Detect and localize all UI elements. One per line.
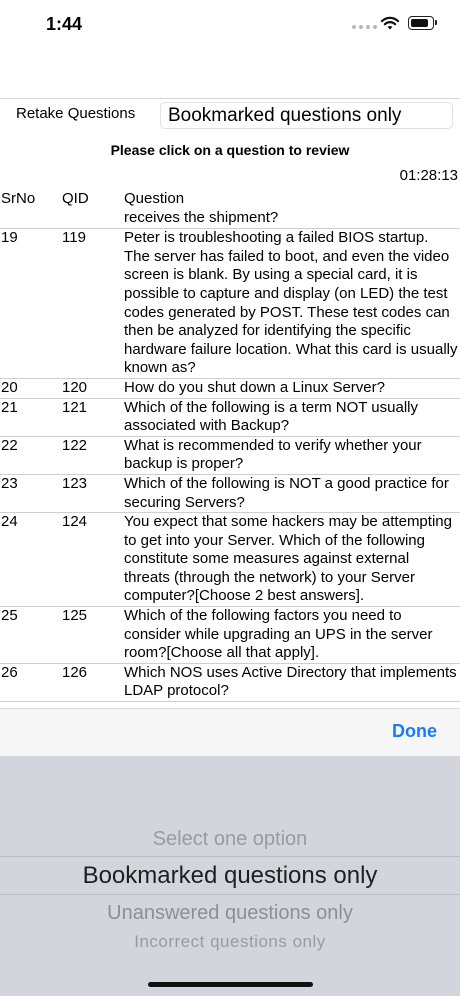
table-row[interactable]: 19 119 Peter is troubleshooting a failed B… [0, 229, 460, 379]
table-row[interactable]: 24 124 You expect that some hackers may be… [0, 513, 460, 608]
table-row[interactable]: 22 122 What is recommended to verify wheth… [0, 437, 460, 475]
table-row-partial[interactable]: receives the shipment? [0, 209, 460, 230]
qid-cell: 122 [62, 436, 88, 454]
srno-cell: 25 [1, 607, 18, 625]
srno-cell: 19 [1, 229, 18, 247]
question-cell: You expect that some hackers may be atte… [124, 513, 452, 605]
column-header-srno: SrNo [1, 190, 36, 207]
filter-select-field[interactable]: Bookmarked questions only [160, 102, 453, 129]
picker-selection-line [0, 894, 460, 895]
picker-toolbar: Done [0, 708, 460, 757]
column-header-question: Question [124, 190, 185, 207]
qid-cell: 123 [62, 474, 88, 492]
retake-questions-label: Retake Questions [16, 105, 136, 122]
table-row[interactable]: 20 120 How do you shut down a Linux Server… [0, 379, 460, 399]
question-cell: Which of the following factors you need … [124, 607, 433, 662]
table-row[interactable]: 26 126 Which NOS uses Active Directory tha… [0, 663, 460, 703]
table-row[interactable]: 25 125 Which of the following factors you … [0, 607, 460, 664]
qid-cell: 126 [62, 663, 88, 681]
picker-selection-line [0, 856, 460, 857]
picker-option[interactable]: Incorrect questions only [0, 932, 460, 952]
table-row[interactable]: 21 121 Which of the following is a term NO… [0, 399, 460, 437]
status-time: 1:44 [46, 14, 83, 34]
srno-cell: 21 [1, 398, 18, 416]
qid-cell: 119 [62, 229, 86, 247]
timer: 01:28:13 [399, 167, 458, 184]
question-cell: How do you shut down a Linux Server? [124, 378, 385, 396]
srno-cell: 26 [1, 663, 18, 681]
column-header-qid: QID [62, 190, 89, 207]
question-table: SrNo QID Question receives the shipment?… [0, 190, 460, 710]
question-text: receives the shipment? [124, 208, 279, 226]
picker-option[interactable]: Select one option [0, 828, 460, 851]
srno-cell: 20 [1, 378, 18, 396]
question-cell: Which of the following is a term NOT usu… [124, 398, 419, 435]
table-header: SrNo QID Question [0, 190, 460, 209]
picker-option-selected[interactable]: Bookmarked questions only [0, 862, 460, 890]
divider [0, 98, 460, 99]
qid-cell: 125 [62, 607, 88, 625]
battery-icon [408, 16, 437, 30]
question-cell: What is recommended to verify whether yo… [124, 436, 422, 473]
cellular-signal-icon [352, 25, 377, 29]
qid-cell: 121 [62, 398, 88, 416]
srno-cell: 23 [1, 474, 18, 492]
status-bar: 1:44 [0, 0, 460, 52]
srno-cell: 22 [1, 436, 18, 454]
qid-cell: 120 [62, 378, 88, 396]
home-indicator [148, 982, 313, 987]
table-row[interactable]: 23 123 Which of the following is NOT a goo… [0, 474, 460, 514]
instruction-text: Please click on a question to review [110, 142, 350, 158]
picker-option[interactable]: Unanswered questions only [0, 902, 460, 925]
qid-cell: 124 [62, 513, 88, 531]
filter-picker[interactable]: Select one option Bookmarked questions o… [0, 756, 460, 996]
srno-cell: 24 [1, 513, 18, 531]
wifi-icon [380, 16, 400, 30]
done-button[interactable]: Done [392, 721, 437, 742]
question-cell: Peter is troubleshooting a failed BIOS s… [124, 229, 458, 377]
question-cell: Which NOS uses Active Directory that imp… [124, 663, 457, 700]
question-cell: Which of the following is NOT a good pra… [124, 474, 449, 511]
